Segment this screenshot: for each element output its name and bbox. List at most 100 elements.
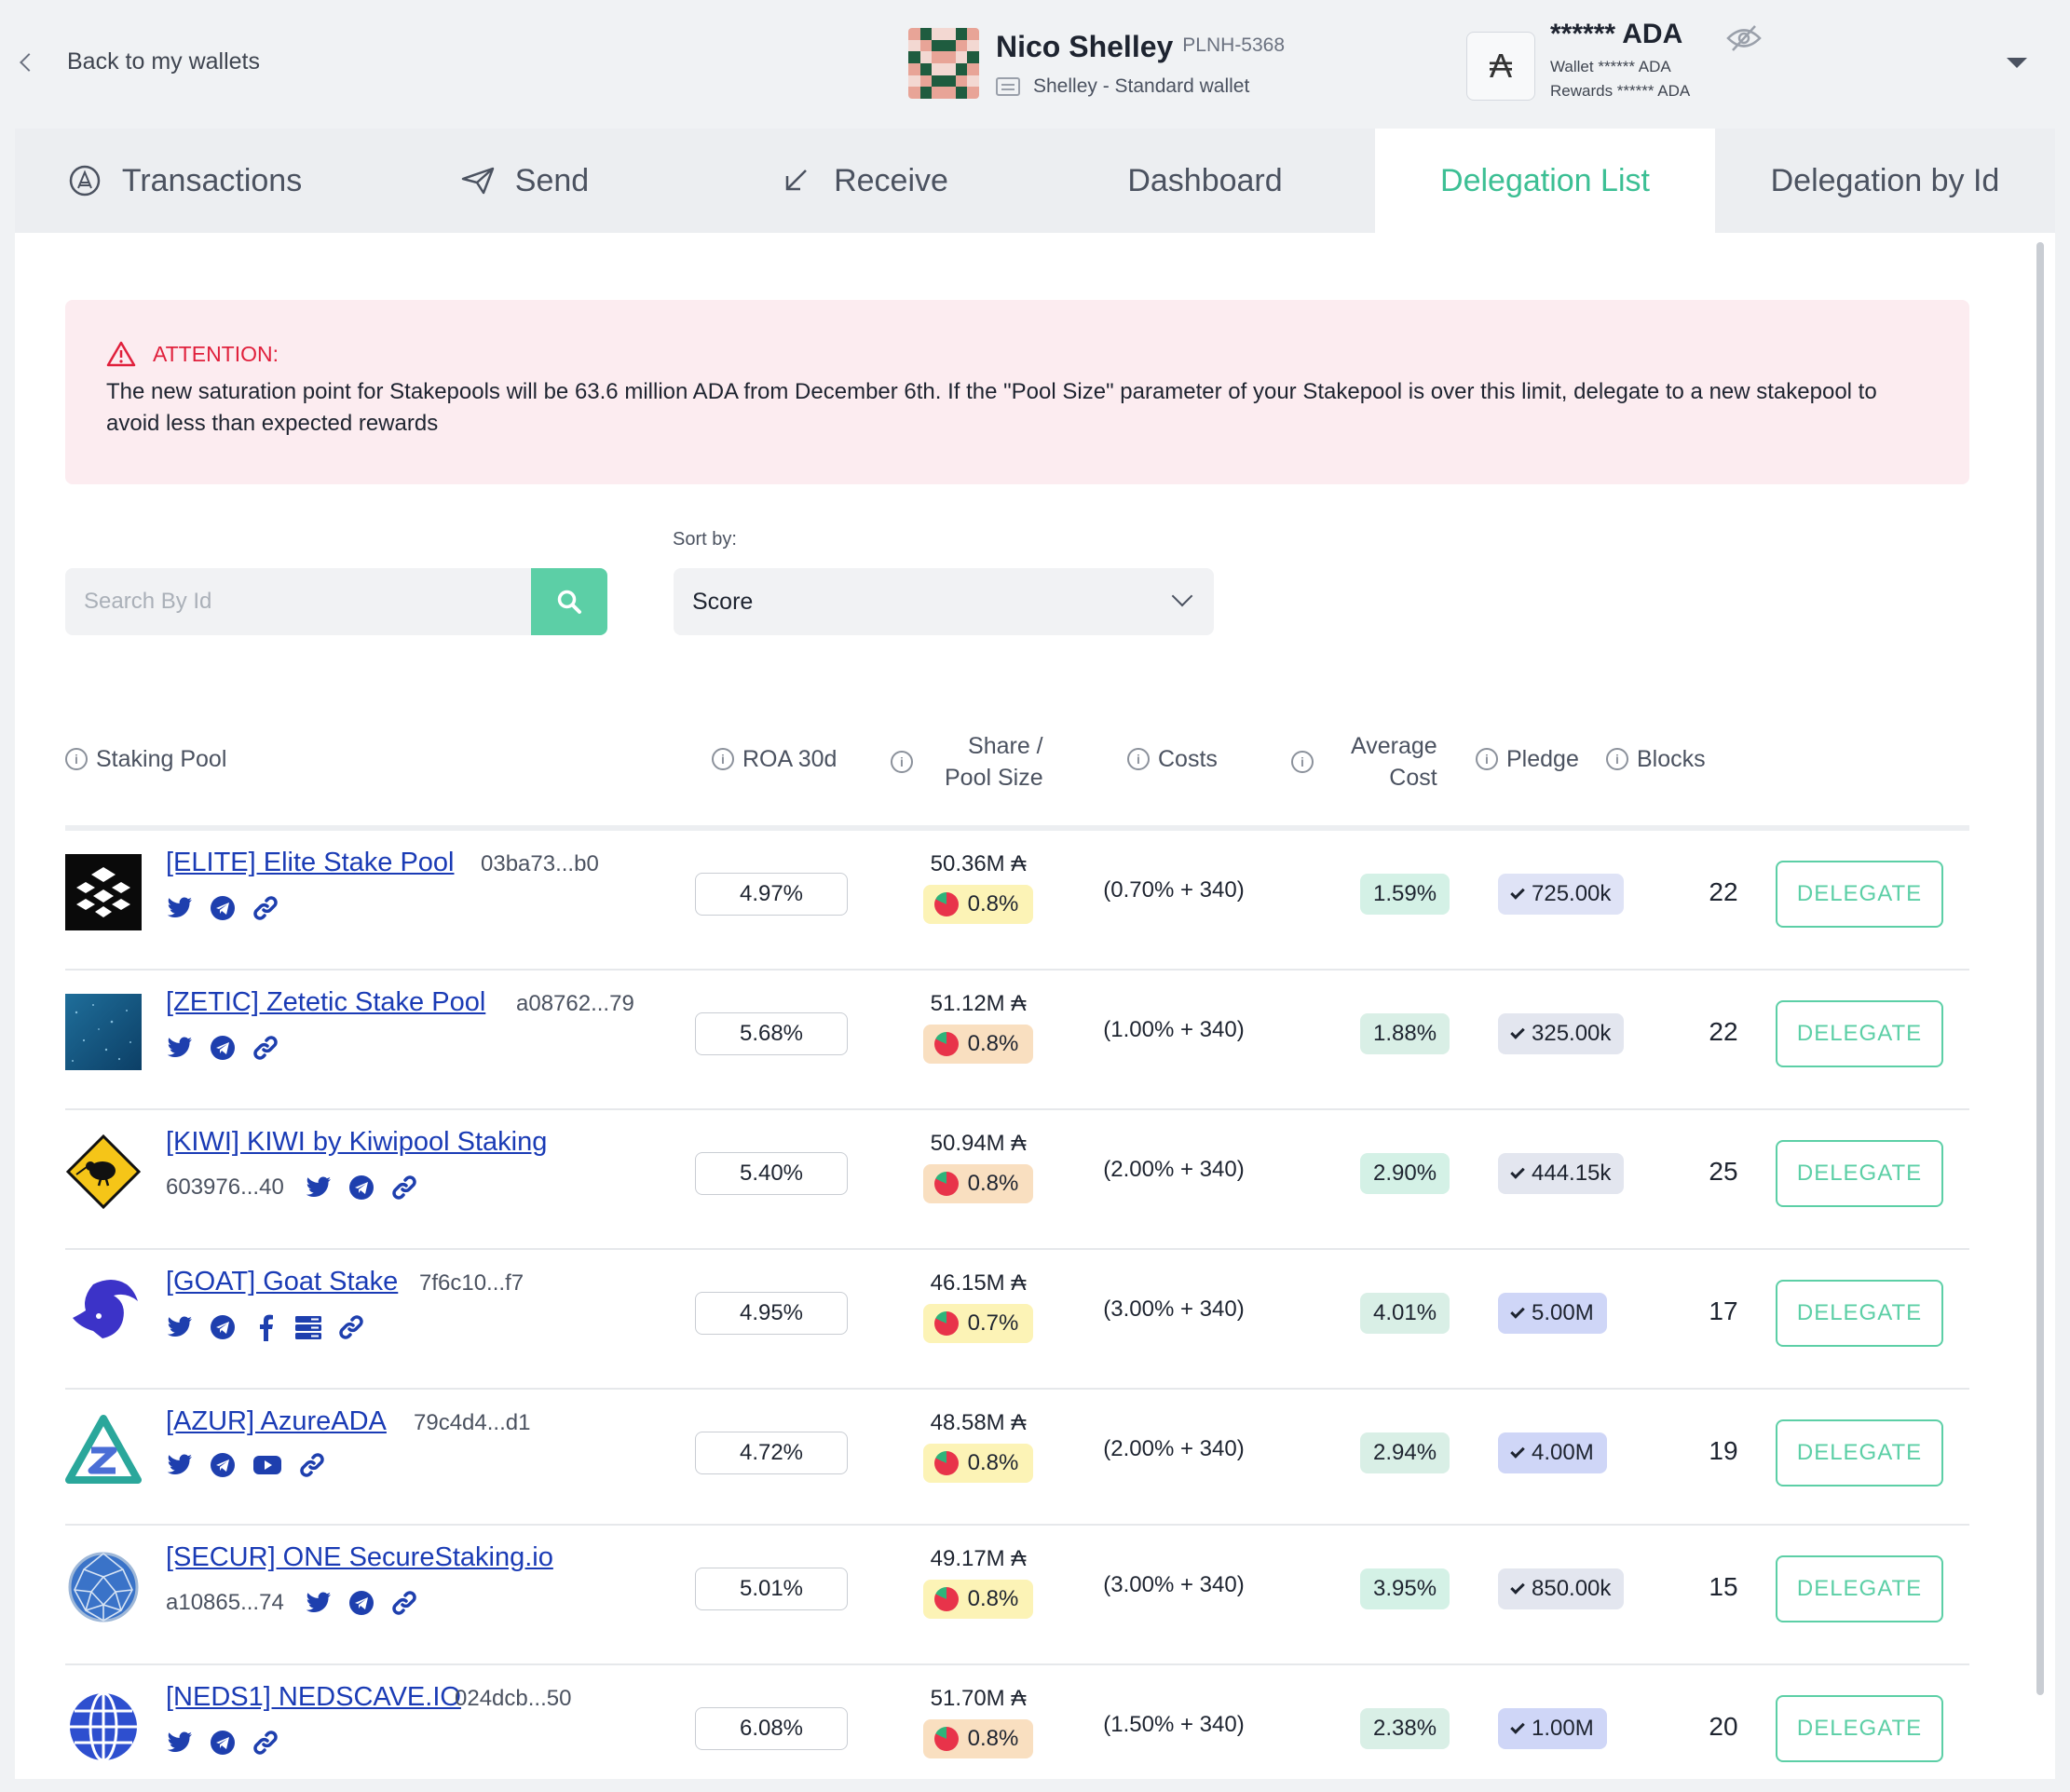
delegate-button[interactable]: DELEGATE [1776, 1419, 1943, 1487]
link-icon[interactable] [390, 1589, 418, 1617]
info-icon[interactable]: i [1291, 751, 1314, 773]
pool-name-link[interactable]: [NEDS1] NEDSCAVE.IO [166, 1682, 461, 1713]
info-icon[interactable]: i [1476, 748, 1498, 770]
link-icon[interactable] [390, 1174, 418, 1201]
youtube-icon[interactable] [252, 1451, 283, 1479]
saturation-badge: 0.8% [922, 1164, 1034, 1203]
telegram-icon[interactable] [347, 1589, 375, 1617]
info-icon[interactable]: i [891, 751, 913, 773]
pledge-badge: 1.00M [1498, 1708, 1607, 1749]
average-cost-badge: 1.59% [1360, 874, 1450, 915]
roa-value: 4.97% [695, 873, 848, 916]
pool-name-link[interactable]: [AZUR] AzureADA [166, 1406, 387, 1437]
pool-logo [65, 854, 142, 930]
table-row: [NEDS1] NEDSCAVE.IO 024dcb...50 6.08% 51… [65, 1665, 1969, 1779]
info-icon[interactable]: i [712, 748, 734, 770]
info-icon[interactable]: i [65, 748, 88, 770]
link-icon[interactable] [337, 1313, 365, 1341]
pool-logo [73, 1280, 138, 1338]
chevron-left-icon [20, 52, 38, 72]
search-by-id [65, 568, 607, 635]
pool-id: 024dcb...50 [455, 1686, 572, 1711]
delegation-list-panel: ATTENTION: The new saturation point for … [15, 233, 2055, 1779]
telegram-icon[interactable] [209, 1313, 237, 1341]
saturation-badge: 0.8% [922, 1444, 1034, 1483]
balance-rewards: Rewards ****** ADA [1550, 82, 1691, 100]
blocks-count: 15 [1709, 1572, 1738, 1601]
pool-logo [70, 1691, 137, 1762]
telegram-icon[interactable] [209, 1451, 237, 1479]
sort-label: Sort by: [673, 529, 737, 550]
delegate-button[interactable]: DELEGATE [1776, 1280, 1943, 1347]
search-input[interactable] [65, 568, 531, 635]
twitter-icon[interactable] [166, 1729, 194, 1757]
saturation-alert: ATTENTION: The new saturation point for … [65, 300, 1969, 484]
pool-name-link[interactable]: [KIWI] KIWI by Kiwipool Staking [166, 1127, 547, 1158]
check-icon [1510, 885, 1525, 900]
pool-costs: (3.00% + 340) [1103, 1296, 1245, 1322]
pie-chart-icon [933, 1727, 959, 1751]
alert-text: The new saturation point for Stakepools … [106, 379, 1877, 436]
pool-name-link[interactable]: [ZETIC] Zetetic Stake Pool [166, 987, 485, 1018]
pledge-badge: 444.15k [1498, 1153, 1625, 1194]
server-icon[interactable] [294, 1313, 322, 1341]
tab-dashboard[interactable]: Dashboard [1035, 129, 1375, 233]
col-header-average-cost: i Average Cost [1291, 730, 1437, 794]
wallet-identicon [908, 28, 979, 99]
pool-size: 51.12M ₳ [930, 991, 1027, 1016]
twitter-icon[interactable] [305, 1589, 333, 1617]
scrollbar[interactable] [2036, 242, 2044, 1695]
wallet-icon [996, 77, 1020, 96]
average-cost-badge: 2.94% [1360, 1432, 1450, 1473]
ada-coin-icon [69, 165, 101, 197]
tab-receive[interactable]: Receive [695, 129, 1035, 233]
link-icon[interactable] [252, 1729, 279, 1757]
twitter-icon[interactable] [166, 894, 194, 922]
pool-name-link[interactable]: [SECUR] ONE SecureStaking.io [166, 1542, 553, 1573]
check-icon [1510, 1304, 1525, 1319]
search-button[interactable] [531, 568, 607, 635]
info-icon[interactable]: i [1127, 748, 1150, 770]
tab-label: Receive [834, 162, 948, 198]
average-cost-badge: 3.95% [1360, 1568, 1450, 1609]
twitter-icon[interactable] [166, 1451, 194, 1479]
sort-select[interactable]: Score [674, 568, 1214, 635]
saturation-badge: 0.8% [922, 1025, 1034, 1064]
delegate-button[interactable]: DELEGATE [1776, 1000, 1943, 1067]
facebook-icon[interactable] [252, 1313, 279, 1341]
hide-balance-icon[interactable] [1725, 24, 1763, 52]
link-icon[interactable] [252, 1034, 279, 1062]
pool-id: a10865...74 [166, 1590, 284, 1615]
twitter-icon[interactable] [166, 1313, 194, 1341]
link-icon[interactable] [252, 894, 279, 922]
tab-delegation-list[interactable]: Delegation List [1375, 129, 1715, 233]
tab-label: Delegation List [1440, 162, 1650, 198]
link-icon[interactable] [298, 1451, 326, 1479]
telegram-icon[interactable] [209, 894, 237, 922]
average-cost-badge: 1.88% [1360, 1013, 1450, 1054]
telegram-icon[interactable] [209, 1034, 237, 1062]
tab-delegation-by-id[interactable]: Delegation by Id [1715, 129, 2055, 233]
info-icon[interactable]: i [1606, 748, 1628, 770]
wallet-plate: PLNH-5368 [1182, 34, 1286, 56]
back-to-wallets-link[interactable]: Back to my wallets [19, 48, 260, 75]
twitter-icon[interactable] [305, 1174, 333, 1201]
pool-name-link[interactable]: [GOAT] Goat Stake [166, 1267, 398, 1297]
table-row: [ZETIC] Zetetic Stake Pool a08762...79 5… [65, 971, 1969, 1110]
roa-value: 5.68% [695, 1012, 848, 1055]
blocks-count: 20 [1709, 1712, 1738, 1741]
delegate-button[interactable]: DELEGATE [1776, 1695, 1943, 1762]
tab-transactions[interactable]: Transactions [15, 129, 355, 233]
telegram-icon[interactable] [209, 1729, 237, 1757]
telegram-icon[interactable] [347, 1174, 375, 1201]
pool-size: 51.70M ₳ [930, 1686, 1027, 1711]
delegate-button[interactable]: DELEGATE [1776, 1140, 1943, 1207]
chevron-down-icon[interactable] [2007, 58, 2027, 68]
tab-send[interactable]: Send [355, 129, 695, 233]
delegate-button[interactable]: DELEGATE [1776, 861, 1943, 928]
col-header-share: i Share / Pool Size [891, 730, 1043, 794]
pool-name-link[interactable]: [ELITE] Elite Stake Pool [166, 848, 454, 878]
twitter-icon[interactable] [166, 1034, 194, 1062]
delegate-button[interactable]: DELEGATE [1776, 1555, 1943, 1622]
balance-total: ****** ADA [1550, 19, 1683, 49]
